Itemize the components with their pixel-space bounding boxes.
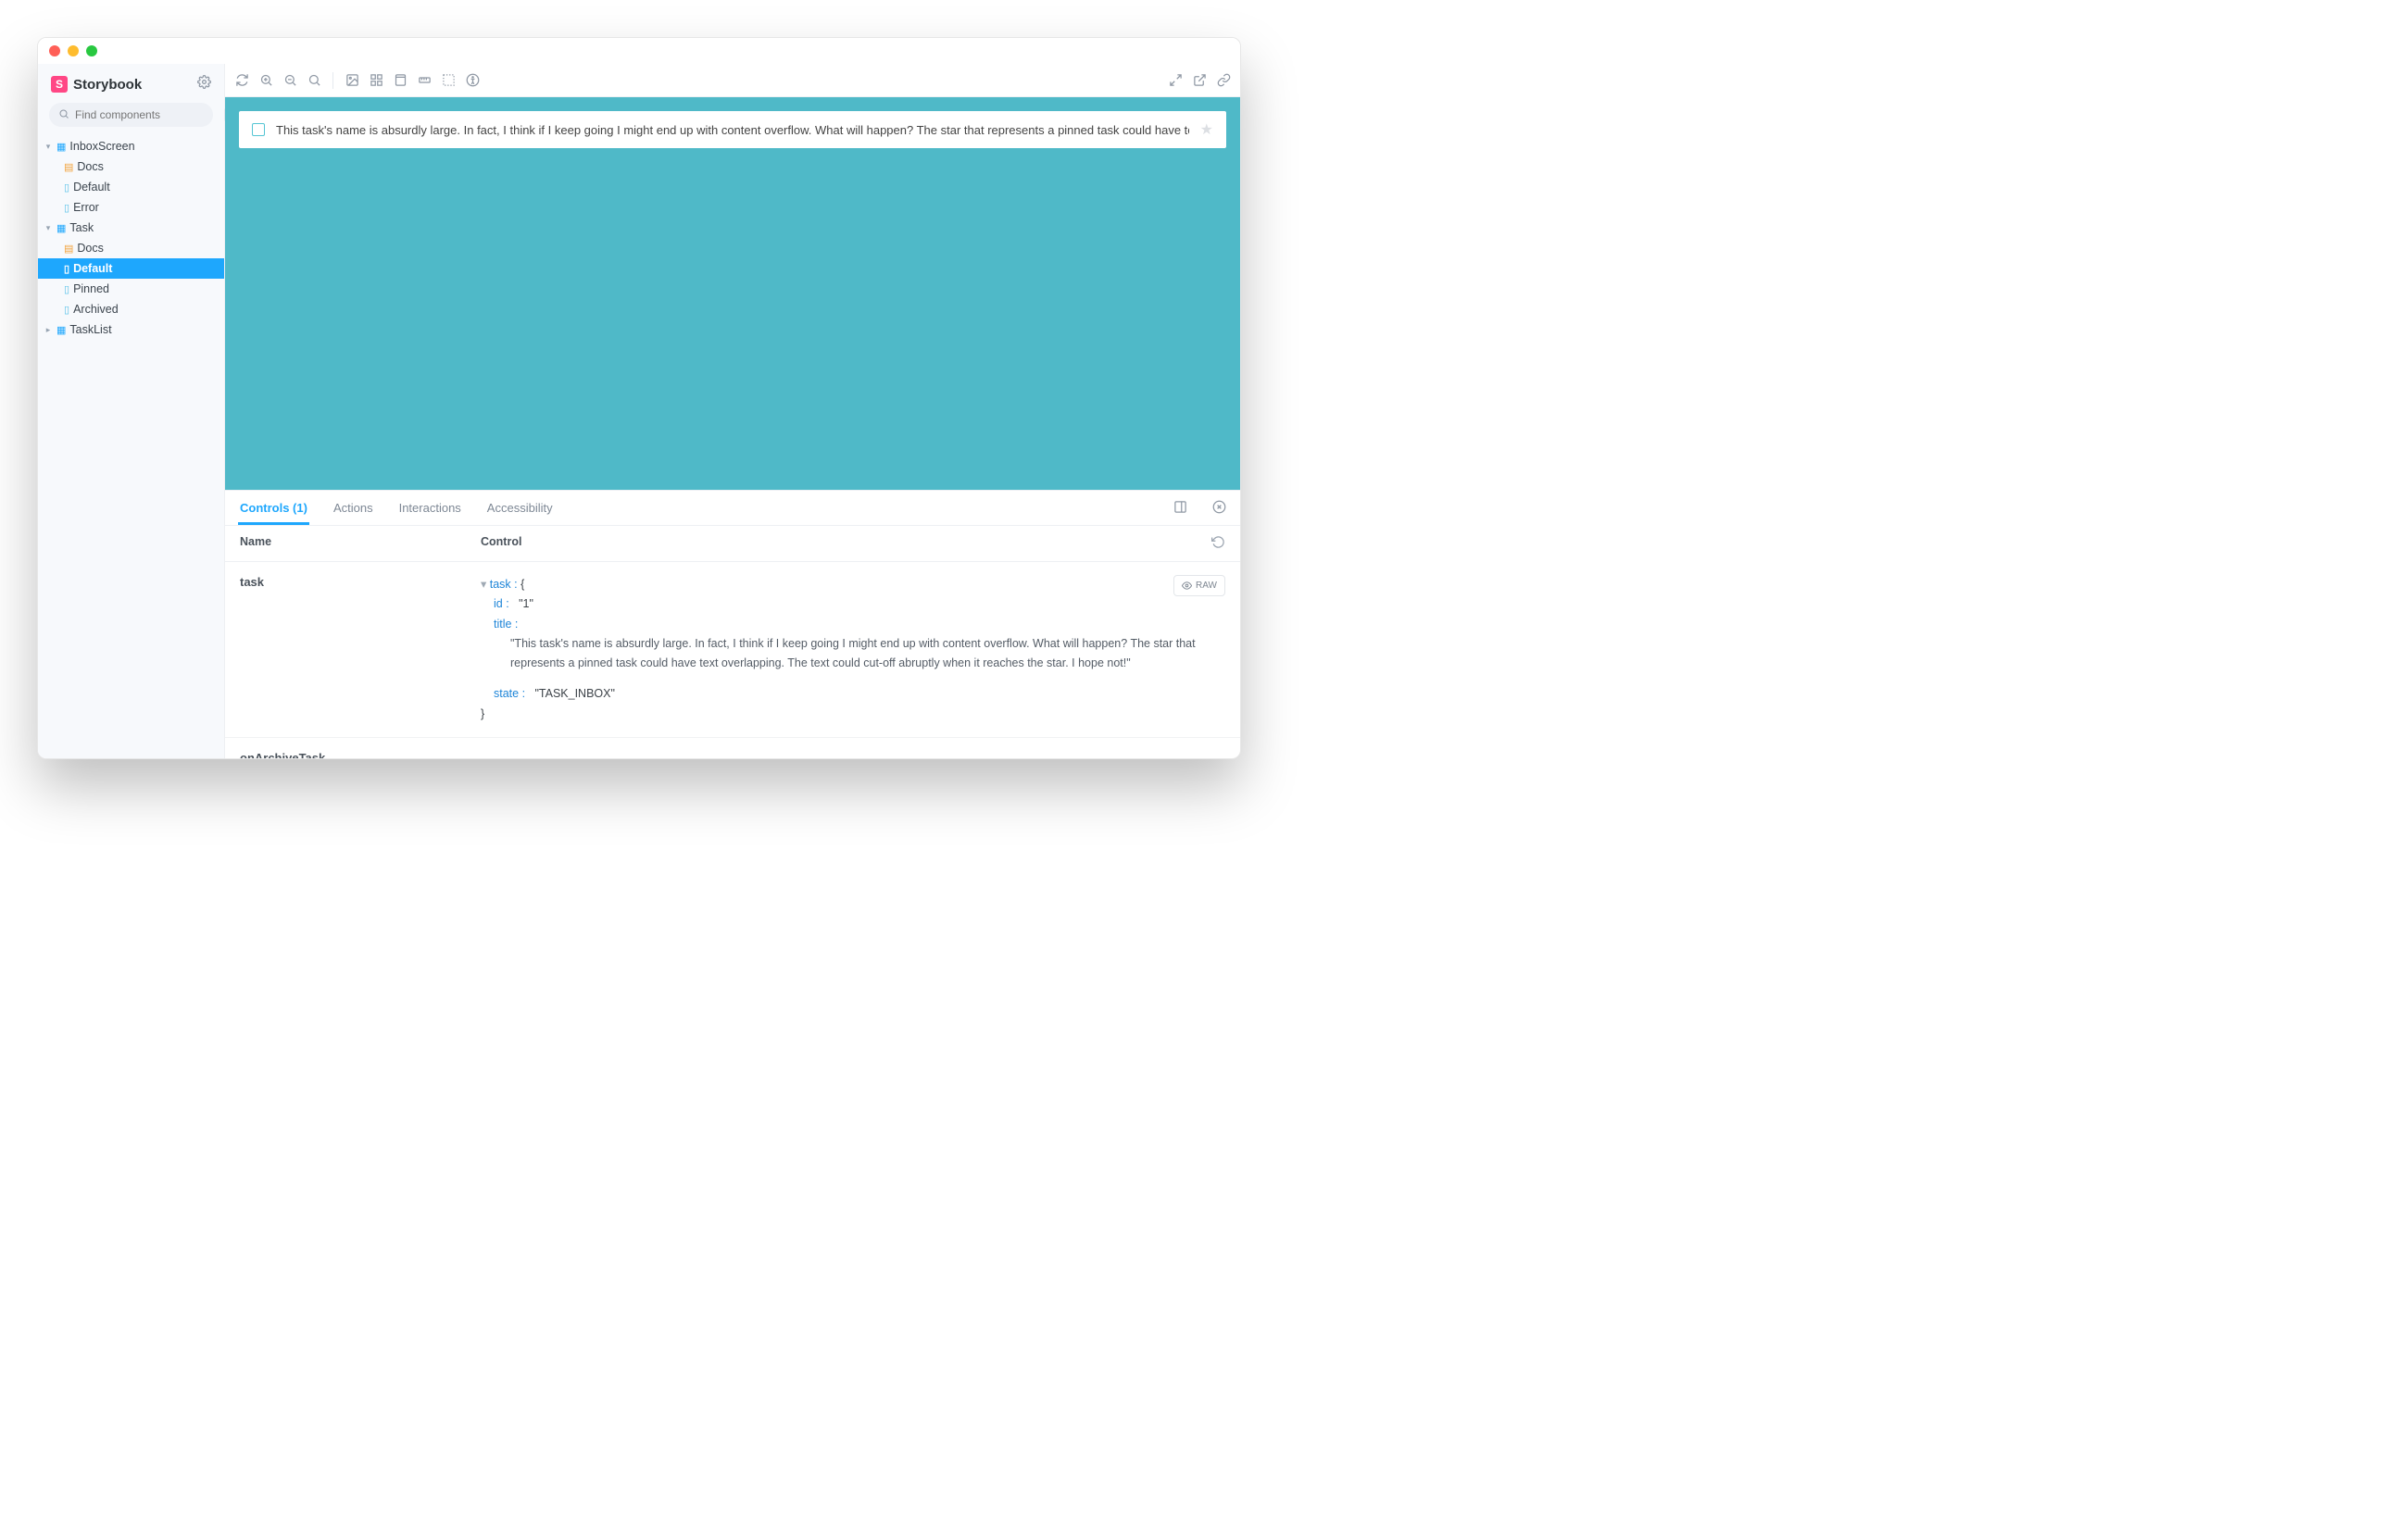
nav-tree: ▾ ▦ InboxScreen ▤ Docs ▯ Default ▯ Error	[38, 136, 224, 340]
brace-close: }	[481, 707, 484, 720]
zoom-reset-icon[interactable]	[307, 73, 321, 88]
canvas-toolbar	[225, 64, 1240, 97]
task-checkbox[interactable]	[252, 123, 265, 136]
tree-label: InboxScreen	[69, 140, 134, 153]
object-collapse-caret[interactable]: ▾	[481, 578, 490, 591]
story-icon: ▯	[64, 304, 69, 316]
tree-label: Docs	[77, 160, 103, 173]
obj-key-state: state :	[494, 687, 525, 700]
gear-icon[interactable]	[197, 75, 211, 94]
minimize-window-button[interactable]	[68, 45, 79, 56]
addons-tablist: Controls (1) Actions Interactions Access…	[225, 491, 1240, 526]
addons-panel: Controls (1) Actions Interactions Access…	[225, 490, 1240, 758]
panel-close-icon[interactable]	[1210, 500, 1227, 517]
tree-label: TaskList	[69, 323, 111, 336]
chevron-down-icon: ▾	[44, 142, 53, 152]
control-value-empty: -	[481, 751, 1225, 758]
measure-icon[interactable]	[417, 73, 432, 88]
main-area: This task's name is absurdly large. In f…	[225, 64, 1240, 758]
docs-icon: ▤	[64, 161, 73, 173]
tab-controls[interactable]: Controls (1)	[238, 491, 309, 525]
component-icon: ▦	[56, 222, 66, 234]
raw-toggle-button[interactable]: RAW	[1173, 575, 1225, 596]
tab-actions[interactable]: Actions	[332, 491, 375, 525]
tree-item-task-default[interactable]: ▯ Default	[38, 258, 224, 279]
reset-icon[interactable]	[1211, 535, 1225, 552]
tab-interactions[interactable]: Interactions	[397, 491, 463, 525]
brand-title: Storybook	[73, 77, 142, 93]
chevron-down-icon: ▾	[44, 223, 53, 233]
tree-item-task[interactable]: ▾ ▦ Task	[38, 218, 224, 238]
close-window-button[interactable]	[49, 45, 60, 56]
maximize-window-button[interactable]	[86, 45, 97, 56]
grid-icon[interactable]	[369, 73, 383, 88]
storybook-logo: S	[51, 76, 68, 93]
control-row-task: task RAW ▾ task : {	[225, 562, 1240, 738]
control-prop-name: task	[240, 575, 481, 724]
component-icon: ▦	[56, 324, 66, 336]
outline-icon[interactable]	[441, 73, 456, 88]
zoom-in-icon[interactable]	[258, 73, 273, 88]
viewport-icon[interactable]	[393, 73, 408, 88]
fullscreen-icon[interactable]	[1168, 73, 1183, 88]
zoom-out-icon[interactable]	[282, 73, 297, 88]
brand-row: S Storybook	[38, 71, 224, 103]
tree-item-task-docs[interactable]: ▤ Docs	[38, 238, 224, 258]
control-row-onarchivetask: onArchiveTask -	[225, 738, 1240, 758]
controls-header-name: Name	[240, 535, 481, 552]
star-icon[interactable]: ★	[1200, 120, 1213, 139]
controls-header-control: Control	[481, 535, 1211, 552]
obj-key-title: title :	[494, 618, 518, 631]
tree-label: Archived	[73, 303, 119, 316]
search-icon	[58, 108, 69, 122]
tab-accessibility[interactable]: Accessibility	[485, 491, 555, 525]
story-icon: ▯	[64, 202, 69, 214]
tree-item-inboxscreen-default[interactable]: ▯ Default	[38, 177, 224, 197]
controls-table: Name Control task RAW	[225, 526, 1240, 758]
sync-icon[interactable]	[234, 73, 249, 88]
control-prop-name: onArchiveTask	[240, 751, 481, 758]
obj-key-id: id :	[494, 597, 509, 610]
story-icon: ▯	[64, 263, 69, 275]
controls-header-row: Name Control	[225, 526, 1240, 562]
panel-orientation-icon[interactable]	[1172, 500, 1188, 517]
tree-item-inboxscreen-error[interactable]: ▯ Error	[38, 197, 224, 218]
search-box[interactable]: /	[49, 103, 213, 127]
tree-item-task-pinned[interactable]: ▯ Pinned	[38, 279, 224, 299]
tree-item-task-archived[interactable]: ▯ Archived	[38, 299, 224, 319]
tree-label: Default	[73, 181, 110, 194]
accessibility-icon[interactable]	[465, 73, 480, 88]
traffic-lights	[49, 45, 97, 56]
tree-label: Task	[69, 221, 94, 234]
chevron-right-icon: ▸	[44, 325, 53, 335]
raw-label: RAW	[1196, 578, 1217, 593]
obj-val-state[interactable]: "TASK_INBOX"	[534, 687, 614, 700]
tree-label: Docs	[77, 242, 103, 255]
tree-label: Default	[73, 262, 112, 275]
tree-label: Error	[73, 201, 99, 214]
obj-val-id[interactable]: "1"	[519, 597, 533, 610]
task-preview-row: This task's name is absurdly large. In f…	[239, 111, 1226, 148]
component-icon: ▦	[56, 141, 66, 153]
app-window: S Storybook / ▾ ▦	[37, 37, 1241, 759]
story-icon: ▯	[64, 181, 69, 194]
story-icon: ▯	[64, 283, 69, 295]
tree-item-inboxscreen[interactable]: ▾ ▦ InboxScreen	[38, 136, 224, 156]
docs-icon: ▤	[64, 243, 73, 255]
brace-open: {	[520, 578, 524, 591]
story-canvas: This task's name is absurdly large. In f…	[225, 97, 1240, 490]
sidebar: S Storybook / ▾ ▦	[38, 64, 225, 758]
tree-item-tasklist[interactable]: ▸ ▦ TaskList	[38, 319, 224, 340]
background-icon[interactable]	[345, 73, 359, 88]
tree-label: Pinned	[73, 282, 109, 295]
link-icon[interactable]	[1216, 73, 1231, 88]
obj-key-task: task :	[490, 578, 518, 591]
task-title-text: This task's name is absurdly large. In f…	[276, 123, 1189, 137]
tree-item-inboxscreen-docs[interactable]: ▤ Docs	[38, 156, 224, 177]
open-new-tab-icon[interactable]	[1192, 73, 1207, 88]
search-input[interactable]	[75, 108, 219, 121]
titlebar	[38, 38, 1240, 64]
control-value[interactable]: RAW ▾ task : { id : "1"	[481, 575, 1225, 724]
obj-val-title[interactable]: "This task's name is absurdly large. In …	[481, 634, 1225, 674]
